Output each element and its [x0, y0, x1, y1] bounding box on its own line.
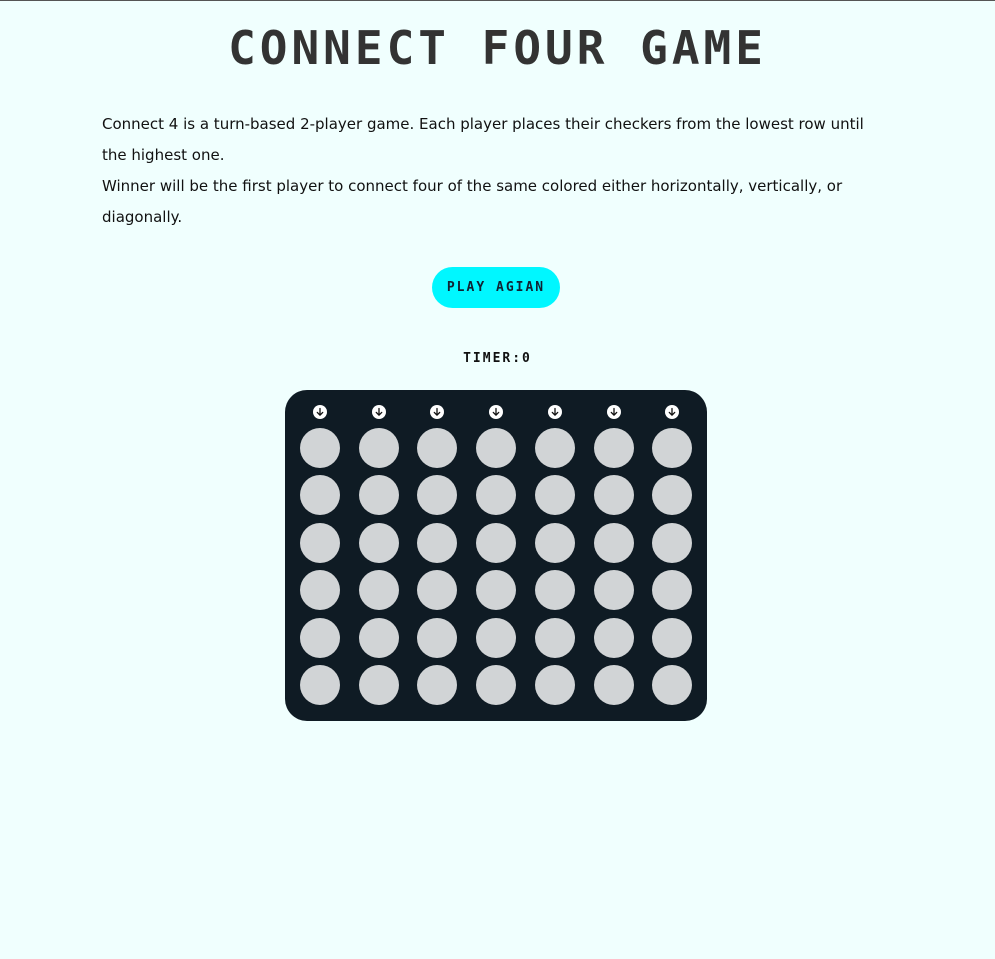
board-cell[interactable]	[476, 665, 517, 705]
board-cell[interactable]	[593, 665, 634, 705]
board-cell[interactable]	[652, 570, 693, 611]
board-cell[interactable]	[358, 428, 399, 468]
board-cell[interactable]	[300, 522, 340, 563]
board-cell[interactable]	[534, 617, 575, 658]
board-cell[interactable]	[652, 665, 693, 705]
board-cell[interactable]	[534, 522, 575, 563]
arrow-down-circle-icon	[316, 407, 324, 416]
game-description: Connect 4 is a turn-based 2-player game.…	[102, 109, 892, 233]
drop-column-button[interactable]	[371, 405, 386, 419]
board-cell[interactable]	[652, 475, 693, 516]
board-cell[interactable]	[534, 428, 575, 468]
board-cell[interactable]	[593, 617, 634, 658]
board-cell[interactable]	[593, 522, 634, 563]
arrow-down-circle-icon	[551, 407, 559, 416]
board-cell[interactable]	[300, 617, 340, 658]
board-cell[interactable]	[300, 570, 340, 611]
board-cell[interactable]	[476, 570, 517, 611]
board-cell[interactable]	[476, 617, 517, 658]
board-cell[interactable]	[417, 617, 458, 658]
drop-column-button[interactable]	[665, 405, 680, 419]
board-cell[interactable]	[593, 475, 634, 516]
board-cell[interactable]	[534, 570, 575, 611]
board-cell[interactable]	[476, 522, 517, 563]
description-line-1: Connect 4 is a turn-based 2-player game.…	[102, 115, 864, 164]
board-cell[interactable]	[534, 475, 575, 516]
description-line-2: Winner will be the first player to conne…	[102, 177, 843, 226]
board-cell[interactable]	[476, 475, 517, 516]
board-cell[interactable]	[417, 665, 458, 705]
board-cell[interactable]	[593, 428, 634, 468]
board-cell[interactable]	[652, 522, 693, 563]
drop-column-button[interactable]	[547, 405, 562, 419]
board-cell[interactable]	[358, 475, 399, 516]
drop-column-button[interactable]	[606, 405, 621, 419]
arrow-down-circle-icon	[375, 407, 383, 416]
board-cell[interactable]	[358, 570, 399, 611]
arrow-down-circle-icon	[668, 407, 676, 416]
drop-column-button[interactable]	[489, 405, 504, 419]
board-cell[interactable]	[417, 428, 458, 468]
drop-column-button[interactable]	[430, 405, 445, 419]
arrow-down-circle-icon	[492, 407, 500, 416]
board-cell[interactable]	[358, 665, 399, 705]
drop-column-button[interactable]	[313, 405, 327, 419]
board-cell[interactable]	[417, 570, 458, 611]
play-again-button[interactable]: PLAY AGIAN	[432, 267, 560, 308]
timer-display: TIMER:0	[463, 351, 532, 366]
arrow-down-circle-icon	[434, 407, 441, 416]
board-cell[interactable]	[593, 570, 634, 611]
game-title: CONNECT FOUR GAME	[228, 21, 767, 75]
board-cell[interactable]	[358, 617, 399, 658]
arrow-down-circle-icon	[610, 407, 617, 416]
board-cell[interactable]	[652, 428, 693, 468]
board-cell[interactable]	[417, 522, 458, 563]
board-cell[interactable]	[476, 428, 517, 468]
board-cell[interactable]	[300, 665, 340, 705]
game-board	[285, 390, 707, 721]
board-cell[interactable]	[300, 428, 340, 468]
board-cell[interactable]	[417, 475, 458, 516]
board-cell[interactable]	[534, 665, 575, 705]
board-cell[interactable]	[300, 475, 340, 516]
board-cell[interactable]	[652, 617, 693, 658]
board-cell[interactable]	[358, 522, 399, 563]
